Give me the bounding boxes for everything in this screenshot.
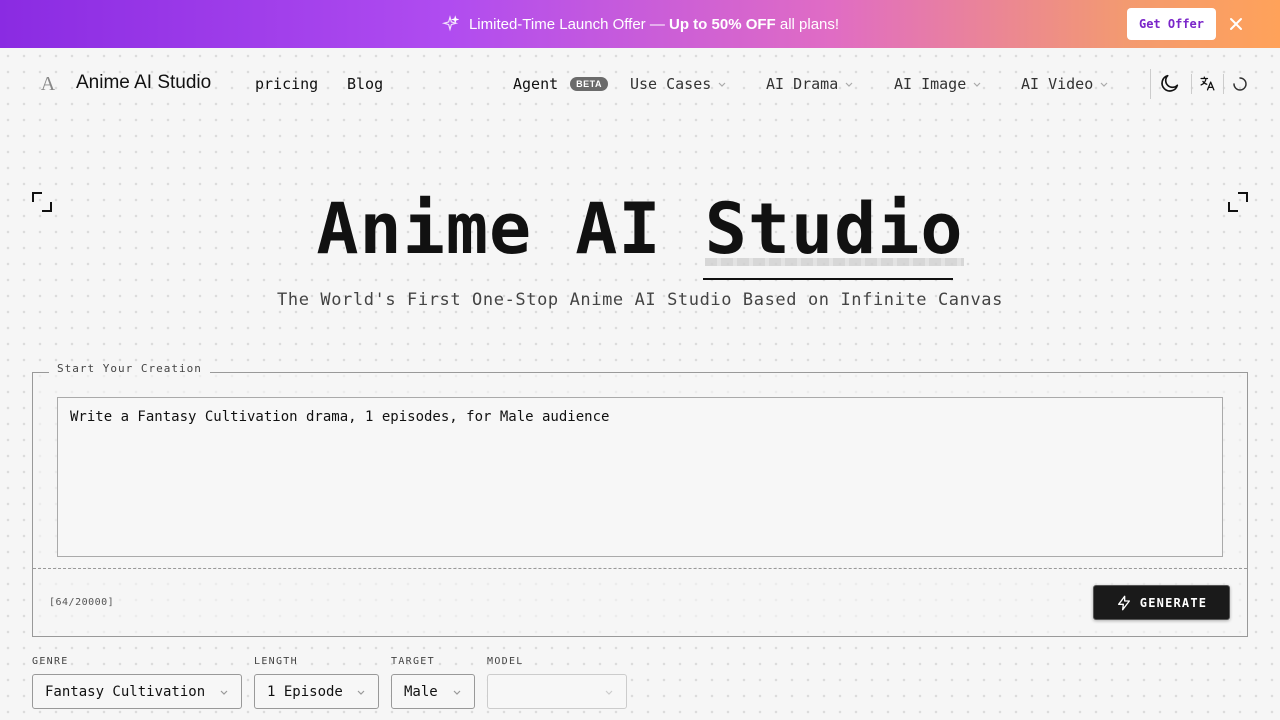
model-select[interactable] xyxy=(487,674,627,709)
genre-label: GENRE xyxy=(32,656,69,667)
chevron-down-icon xyxy=(973,82,981,87)
chevron-down-icon xyxy=(357,690,365,695)
nav-dropdown-ai-image[interactable]: AI Image xyxy=(894,75,982,93)
brand-name[interactable]: Anime AI Studio xyxy=(76,72,211,94)
nav-dropdown-ai-drama[interactable]: AI Drama xyxy=(766,75,854,93)
nav-divider xyxy=(1191,74,1192,94)
promo-banner: Limited-Time Launch Offer — Up to 50% OF… xyxy=(0,0,1280,48)
chevron-down-icon xyxy=(845,82,853,87)
nav-link-blog[interactable]: Blog xyxy=(347,75,383,93)
page-subtitle: The World's First One-Stop Anime AI Stud… xyxy=(277,290,1003,310)
chevron-down-icon xyxy=(220,690,228,695)
target-select[interactable]: Male xyxy=(391,674,475,709)
length-value: 1 Episode xyxy=(267,683,343,700)
get-offer-button[interactable]: Get Offer xyxy=(1127,8,1216,40)
target-value: Male xyxy=(404,683,438,700)
model-label: MODEL xyxy=(487,656,524,667)
prompt-input[interactable]: Write a Fantasy Cultivation drama, 1 epi… xyxy=(57,397,1223,557)
promo-message: Limited-Time Launch Offer — Up to 50% OF… xyxy=(441,15,839,33)
target-label: TARGET xyxy=(391,656,435,667)
beta-badge: BETA xyxy=(570,77,608,91)
creation-legend: Start Your Creation xyxy=(49,362,210,375)
nav-dropdown-label: AI Video xyxy=(1021,75,1094,93)
title-underline xyxy=(703,278,953,280)
nav-dropdown-label: AI Drama xyxy=(766,75,839,93)
generate-label: GENERATE xyxy=(1139,595,1208,610)
nav-divider xyxy=(1223,74,1224,94)
sparkle-icon xyxy=(441,15,459,32)
promo-text-prefix: Limited-Time Launch Offer — xyxy=(468,15,670,33)
chevron-down-icon xyxy=(453,690,461,695)
chevron-down-icon xyxy=(718,82,726,87)
bolt-icon xyxy=(1117,595,1130,610)
nav-agent-label: Agent xyxy=(513,75,559,93)
translate-icon[interactable] xyxy=(1199,75,1216,92)
title-plain: Anime AI xyxy=(316,188,705,270)
genre-select[interactable]: Fantasy Cultivation xyxy=(32,674,242,709)
nav-dropdown-label: Use Cases xyxy=(630,75,712,93)
nav-link-pricing[interactable]: pricing xyxy=(255,75,318,93)
length-select[interactable]: 1 Episode xyxy=(254,674,379,709)
nav-dropdown-ai-video[interactable]: AI Video xyxy=(1021,75,1109,93)
title-highlight: Studio xyxy=(704,188,964,270)
promo-text-strong: Up to 50% OFF xyxy=(669,15,776,33)
nav-agent[interactable]: Agent BETA xyxy=(513,75,608,93)
promo-text-suffix: all plans! xyxy=(775,15,840,33)
character-counter: [64/20000] xyxy=(49,597,115,608)
divider xyxy=(33,568,1247,569)
moon-icon[interactable] xyxy=(1159,72,1181,94)
nav-dropdown-use-cases[interactable]: Use Cases xyxy=(630,75,727,93)
chevron-down-icon xyxy=(1100,82,1108,87)
chevron-down-icon xyxy=(605,690,613,695)
generate-button[interactable]: GENERATE xyxy=(1093,585,1230,620)
length-label: LENGTH xyxy=(254,656,298,667)
nav-dropdown-label: AI Image xyxy=(894,75,967,93)
page-title: Anime AI Studio xyxy=(0,188,1280,270)
genre-value: Fantasy Cultivation xyxy=(45,683,206,700)
logo-icon[interactable]: A xyxy=(32,68,64,100)
close-icon[interactable] xyxy=(1226,14,1246,34)
nav-divider xyxy=(1150,69,1151,99)
loading-icon xyxy=(1233,77,1247,91)
